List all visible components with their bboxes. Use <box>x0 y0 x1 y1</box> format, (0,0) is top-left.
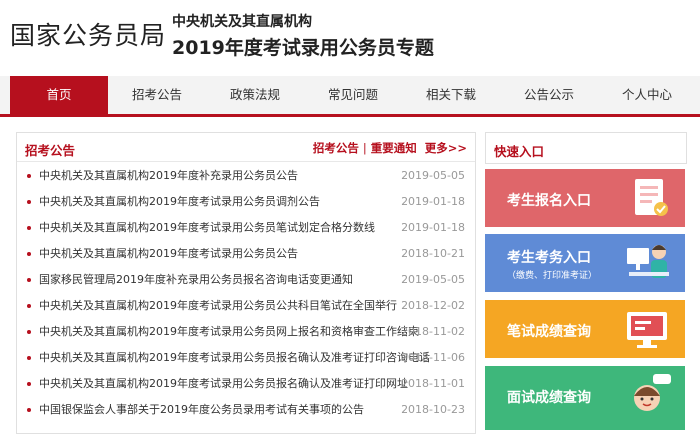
news-title[interactable]: 中央机关及其直属机构2019年度考试录用公务员报名确认及准考证打印咨询电话 <box>39 345 430 371</box>
card-label: 考生考务入口 <box>507 250 591 266</box>
news-date: 2019-01-18 <box>401 221 465 234</box>
interview-score-query-button[interactable]: 面试成绩查询 <box>485 366 685 430</box>
nav-item-notices[interactable]: 公告公示 <box>500 76 598 114</box>
news-date: 2019-05-05 <box>401 273 465 286</box>
nav-item-home[interactable]: 首页 <box>10 76 108 114</box>
bullet-icon <box>27 382 31 386</box>
link-important-notices[interactable]: 重要通知 <box>371 141 417 155</box>
news-date: 2018-12-02 <box>401 299 465 312</box>
list-item: 中央机关及其直属机构2019年度考试录用公务员报名确认及准考证打印网址 2018-… <box>17 371 475 397</box>
news-date: 2018-11-02 <box>401 325 465 338</box>
link-separator: | <box>362 141 367 155</box>
news-title[interactable]: 中国银保监会人事部关于2019年度公务员录用考试有关事项的公告 <box>39 397 364 423</box>
candidate-exam-affairs-button[interactable]: 考生考务入口 （缴费、打印准考证） <box>485 234 685 292</box>
bullet-icon <box>27 408 31 412</box>
bullet-icon <box>27 278 31 282</box>
main-nav-bar: 首页 招考公告 政策法规 常见问题 相关下载 公告公示 个人中心 <box>0 76 700 117</box>
site-brand[interactable]: 国家公务员局 <box>10 16 166 52</box>
list-item: 中央机关及其直属机构2019年度考试录用公务员笔试划定合格分数线 2019-01-… <box>17 215 475 241</box>
more-link[interactable]: 更多>> <box>425 141 467 155</box>
news-date: 2018-11-06 <box>401 351 465 364</box>
news-date: 2019-01-18 <box>401 195 465 208</box>
person-at-computer-icon <box>627 245 669 278</box>
announcement-panel-header: 招考公告 招考公告 | 重要通知 更多>> <box>17 133 475 162</box>
bullet-icon <box>27 252 31 256</box>
announcement-panel-title: 招考公告 <box>25 143 76 158</box>
announcement-panel: 招考公告 招考公告 | 重要通知 更多>> 中央机关及其直属机构2019年度补充录用… <box>16 132 476 434</box>
nav-item-personal-center[interactable]: 个人中心 <box>598 76 696 114</box>
news-title[interactable]: 中央机关及其直属机构2019年度考试录用公务员调剂公告 <box>39 189 320 215</box>
news-title[interactable]: 中央机关及其直属机构2019年度考试录用公务员公共科目笔试在全国举行 <box>39 293 397 319</box>
link-announcements[interactable]: 招考公告 <box>313 141 359 155</box>
bullet-icon <box>27 330 31 334</box>
announcement-list: 中央机关及其直属机构2019年度补充录用公务员公告 2019-05-05 中央机关… <box>17 163 475 423</box>
news-date: 2018-10-23 <box>401 403 465 416</box>
main-nav: 首页 招考公告 政策法规 常见问题 相关下载 公告公示 个人中心 <box>10 76 696 114</box>
news-title[interactable]: 中央机关及其直属机构2019年度考试录用公务员公告 <box>39 241 298 267</box>
news-date: 2018-10-21 <box>401 247 465 260</box>
written-score-query-button[interactable]: 笔试成绩查询 <box>485 300 685 358</box>
card-label: 面试成绩查询 <box>507 390 591 406</box>
announcement-panel-links: 招考公告 | 重要通知 更多>> <box>313 140 467 156</box>
list-item: 中国银保监会人事部关于2019年度公务员录用考试有关事项的公告 2018-10-2… <box>17 397 475 423</box>
header: 国家公务员局 中央机关及其直属机构 2019年度考试录用公务员专题 <box>0 0 700 76</box>
quick-entry-title: 快速入口 <box>494 144 545 159</box>
card-label: 笔试成绩查询 <box>507 324 591 340</box>
news-title[interactable]: 中央机关及其直属机构2019年度补充录用公务员公告 <box>39 163 298 189</box>
registration-form-icon <box>635 179 668 216</box>
quick-entry-header: 快速入口 <box>485 132 687 164</box>
list-item: 中央机关及其直属机构2019年度考试录用公务员报名确认及准考证打印咨询电话 201… <box>17 345 475 371</box>
news-title[interactable]: 国家移民管理局2019年度补充录用公务员报名咨询电话变更通知 <box>39 267 353 293</box>
list-item: 中央机关及其直属机构2019年度补充录用公务员公告 2019-05-05 <box>17 163 475 189</box>
header-topic-title: 2019年度考试录用公务员专题 <box>172 37 434 59</box>
bullet-icon <box>27 304 31 308</box>
nav-item-downloads[interactable]: 相关下载 <box>402 76 500 114</box>
news-date: 2019-05-05 <box>401 169 465 182</box>
nav-item-announcements[interactable]: 招考公告 <box>108 76 206 114</box>
bullet-icon <box>27 356 31 360</box>
header-subtitle: 中央机关及其直属机构 <box>172 14 312 30</box>
bullet-icon <box>27 200 31 204</box>
news-date: 2018-11-01 <box>401 377 465 390</box>
list-item: 国家移民管理局2019年度补充录用公务员报名咨询电话变更通知 2019-05-05 <box>17 267 475 293</box>
bullet-icon <box>27 226 31 230</box>
news-title[interactable]: 中央机关及其直属机构2019年度考试录用公务员网上报名和资格审查工作结束 <box>39 319 419 345</box>
monitor-score-icon <box>627 312 667 348</box>
candidate-registration-button[interactable]: 考生报名入口 <box>485 169 685 227</box>
news-title[interactable]: 中央机关及其直属机构2019年度考试录用公务员报名确认及准考证打印网址 <box>39 371 408 397</box>
card-sublabel: （缴费、打印准考证） <box>507 271 598 281</box>
news-title[interactable]: 中央机关及其直属机构2019年度考试录用公务员笔试划定合格分数线 <box>39 215 375 241</box>
list-item: 中央机关及其直属机构2019年度考试录用公务员公告 2018-10-21 <box>17 241 475 267</box>
nav-item-faq[interactable]: 常见问题 <box>304 76 402 114</box>
list-item: 中央机关及其直属机构2019年度考试录用公务员网上报名和资格审查工作结束 2018… <box>17 319 475 345</box>
list-item: 中央机关及其直属机构2019年度考试录用公务员公共科目笔试在全国举行 2018-1… <box>17 293 475 319</box>
list-item: 中央机关及其直属机构2019年度考试录用公务员调剂公告 2019-01-18 <box>17 189 475 215</box>
card-label: 考生报名入口 <box>507 193 591 209</box>
nav-item-policies[interactable]: 政策法规 <box>206 76 304 114</box>
bullet-icon <box>27 174 31 178</box>
interview-person-icon <box>634 374 671 411</box>
